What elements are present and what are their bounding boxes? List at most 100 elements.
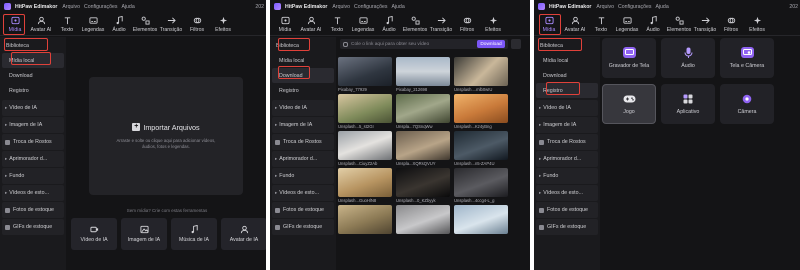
tab-midia[interactable]: Mídia [2,13,28,35]
sidebar-item-gifs-estoque[interactable]: GIFs de estoque [536,219,598,235]
sidebar-item-registro[interactable]: Registro [272,83,334,98]
tab-elementos[interactable]: Elementos [666,13,692,35]
media-item[interactable] [396,205,450,242]
media-item[interactable]: Unsplash...GuoHlN8 [338,168,392,205]
sidebar-item-aprimorador[interactable]: ▸ Aprimorador d... [536,151,598,167]
tab-transicao[interactable]: Transição [692,13,718,35]
tab-efeitos[interactable]: Efeitos [744,13,770,35]
menu-configuracoes[interactable]: Configurações [354,4,387,10]
sidebar-item-fundo[interactable]: ▸ Fundo [536,168,598,184]
tab-audio[interactable]: Áudio [640,13,666,35]
paste-icon[interactable] [511,39,521,49]
sidebar-item-download[interactable]: Download [2,68,64,83]
tab-midia[interactable]: Mídia [272,13,298,35]
sidebar-item-fundo[interactable]: ▸ Fundo [272,168,334,184]
menu-arquivo[interactable]: Arquivo [62,4,80,10]
tab-avatar-ai[interactable]: Avatar AI [298,13,324,35]
tab-legendas[interactable]: Legendas [614,13,640,35]
media-item[interactable] [454,205,508,242]
tab-midia[interactable]: Mídia [536,13,562,35]
tab-audio[interactable]: Áudio [376,13,402,35]
sidebar-item-imagem-ia[interactable]: ▸ Imagem de IA [2,117,64,133]
sidebar-item-gifs-estoque[interactable]: GIFs de estoque [272,219,334,235]
media-item[interactable]: Unsplash...0_KZbyyk [396,168,450,205]
media-item[interactable]: Unsplash....mlb0wIU [454,57,508,94]
screen-recorder-tile[interactable]: Gravador de Tela [602,38,656,78]
menu-configuracoes[interactable]: Configurações [84,4,117,10]
menu-arquivo[interactable]: Arquivo [596,4,614,10]
media-item[interactable]: Pixabay_77929 [338,57,392,94]
app-tile[interactable]: Aplicativo [661,84,715,124]
menu-ajuda[interactable]: Ajuda [655,4,668,10]
sidebar-item-video-ia[interactable]: ▸ Vídeo de IA [536,100,598,116]
tab-elementos[interactable]: Elementos [402,13,428,35]
screen-camera-tile[interactable]: Tela e Câmera [720,38,774,78]
tab-texto[interactable]: Texto [588,13,614,35]
tab-efeitos[interactable]: Efeitos [210,13,236,35]
download-button[interactable]: Download [477,40,505,48]
sidebar-item-midia-local[interactable]: Mídia local [536,53,598,68]
sidebar-item-midia-local[interactable]: Mídia local [2,53,64,68]
tab-avatar-ai[interactable]: Avatar AI [562,13,588,35]
ai-avatar-button[interactable]: Avatar de IA [221,218,266,250]
tab-texto[interactable]: Texto [54,13,80,35]
sidebar-item-videos-estoque[interactable]: ▸ Vídeos de esto... [536,185,598,201]
sidebar-item-video-ia[interactable]: ▸ Vídeo de IA [272,100,334,116]
sidebar-item-gifs-estoque[interactable]: GIFs de estoque [2,219,64,235]
sidebar-item-aprimorador[interactable]: ▸ Aprimorador d... [2,151,64,167]
media-item[interactable]: Unsplash...CiuyZ2Ab [338,131,392,168]
media-item[interactable] [338,205,392,242]
media-item[interactable]: Unspla...XQRsQVUY [396,131,450,168]
tab-filtros[interactable]: Filtros [718,13,744,35]
ai-video-button[interactable]: Vídeo de IA [71,218,117,250]
game-tile[interactable]: Jogo [602,84,656,124]
tab-texto[interactable]: Texto [324,13,350,35]
tab-legendas[interactable]: Legendas [80,13,106,35]
media-item[interactable]: Unspla...7QSnqWw [396,94,450,131]
sidebar-item-biblioteca[interactable]: Biblioteca [272,38,334,53]
menu-ajuda[interactable]: Ajuda [391,4,404,10]
media-item[interactable]: Unsplash...5_st2GI [338,94,392,131]
tab-elementos[interactable]: Elementos [132,13,158,35]
sidebar-item-biblioteca[interactable]: Biblioteca [536,38,598,53]
menu-arquivo[interactable]: Arquivo [332,4,350,10]
tab-transicao[interactable]: Transição [428,13,454,35]
sidebar-item-aprimorador[interactable]: ▸ Aprimorador d... [272,151,334,167]
sidebar-item-troca-rostos[interactable]: Troca de Rostos [536,134,598,150]
media-item[interactable]: Unsplash...Kz4yBng [454,94,508,131]
ai-image-button[interactable]: Imagem de IA [121,218,167,250]
sidebar-item-imagem-ia[interactable]: ▸ Imagem de IA [536,117,598,133]
sidebar-item-registro[interactable]: Registro [536,83,598,98]
menu-configuracoes[interactable]: Configurações [618,4,651,10]
tab-filtros[interactable]: Filtros [454,13,480,35]
tab-avatar-ai[interactable]: Avatar AI [28,13,54,35]
sidebar-item-troca-rostos[interactable]: Troca de Rostos [2,134,64,150]
sidebar-item-videos-estoque[interactable]: ▸ Vídeos de esto... [272,185,334,201]
audio-tile[interactable]: Áudio [661,38,715,78]
media-item[interactable]: Pixabay_212698 [396,57,450,94]
sidebar-item-video-ia[interactable]: ▸ Vídeo de IA [2,100,64,116]
ai-music-button[interactable]: Música de IA [171,218,217,250]
tab-audio[interactable]: Áudio [106,13,132,35]
sidebar-item-videos-estoque[interactable]: ▸ Vídeos de esto... [2,185,64,201]
sidebar-item-fundo[interactable]: ▸ Fundo [2,168,64,184]
sidebar-item-download[interactable]: Download [272,68,334,83]
sidebar-item-download[interactable]: Download [536,68,598,83]
menu-ajuda[interactable]: Ajuda [121,4,134,10]
sidebar-item-fotos-estoque[interactable]: Fotos de estoque [2,202,64,218]
sidebar-item-biblioteca[interactable]: Biblioteca [2,38,64,53]
sidebar-item-midia-local[interactable]: Mídia local [272,53,334,68]
sidebar-item-fotos-estoque[interactable]: Fotos de estoque [272,202,334,218]
sidebar-item-registro[interactable]: Registro [2,83,64,98]
import-files-dropzone[interactable]: + Importar Arquivos Arraste e solte ou cl… [89,77,243,195]
camera-tile[interactable]: Câmera [720,84,774,124]
media-item[interactable]: Unsplash...n5-ZAP4U [454,131,508,168]
media-item[interactable]: Unsplash...4ccg4-L_g [454,168,508,205]
tab-legendas[interactable]: Legendas [350,13,376,35]
url-input[interactable]: Cole o link aqui para obter seu vídeo Do… [340,39,508,49]
tab-efeitos[interactable]: Efeitos [480,13,506,35]
sidebar-item-troca-rostos[interactable]: Troca de Rostos [272,134,334,150]
tab-transicao[interactable]: Transição [158,13,184,35]
sidebar-item-imagem-ia[interactable]: ▸ Imagem de IA [272,117,334,133]
tab-filtros[interactable]: Filtros [184,13,210,35]
